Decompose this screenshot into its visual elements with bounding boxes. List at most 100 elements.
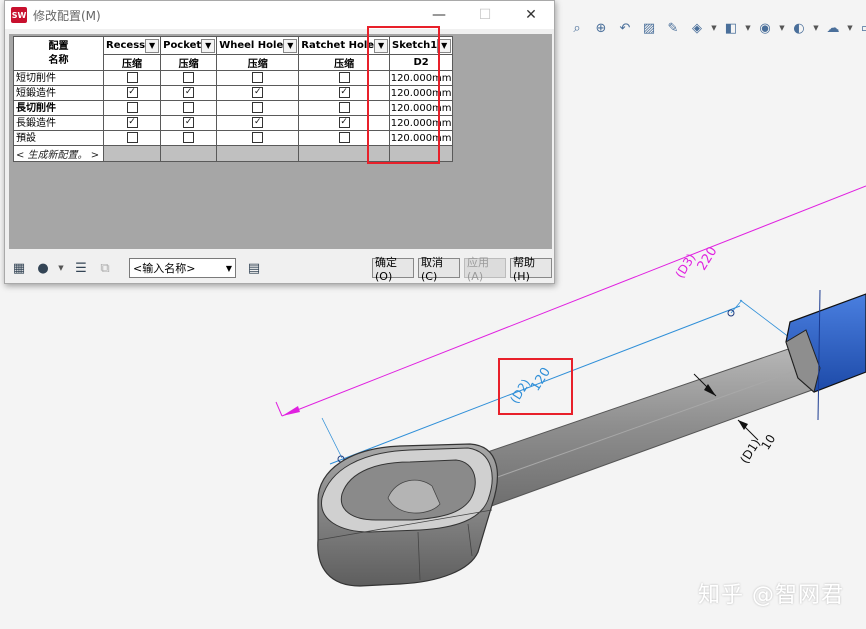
suppress-cell[interactable]: ✓ <box>102 115 162 131</box>
table-name-select[interactable]: <输入名称> ▼ <box>129 258 236 278</box>
suppress-checkbox[interactable]: ✓ <box>126 87 138 99</box>
maximize-button: ☐ <box>478 7 492 23</box>
feature-header-pocket[interactable]: Pocket ▼ <box>160 36 218 55</box>
minimize-button[interactable]: — <box>416 1 462 29</box>
dialog-title: 修改配置(M) <box>33 8 101 23</box>
traffic-light-icon[interactable]: ● <box>33 258 53 278</box>
solidworks-logo-icon: SW <box>11 7 27 23</box>
suppress-cell[interactable]: ✓ <box>160 115 218 131</box>
empty-cell <box>160 145 218 162</box>
dialog-bottom-toolbar: ▦ ● ▼ ☰ ⧉ <输入名称> ▼ ▤ 确定(O) 取消(C) 应用(A) 帮… <box>9 255 552 283</box>
feature-header-recess[interactable]: Recess ▼ <box>102 36 162 55</box>
dialog-titlebar[interactable]: SW 修改配置(M) — ☐ ✕ <box>5 1 554 29</box>
chevron-down-icon[interactable]: ▼ <box>283 38 298 53</box>
suppress-cell[interactable] <box>216 70 300 86</box>
new-configuration-row[interactable]: < 生成新配置。 > <box>13 145 104 162</box>
suppress-cell[interactable]: ✓ <box>216 85 300 101</box>
wrench-ring-head <box>317 443 498 587</box>
suppress-cell[interactable]: ✓ <box>160 85 218 101</box>
dynamic-annotation-icon[interactable]: ✎ <box>662 17 684 39</box>
view-orientation-icon[interactable]: ◈ <box>686 17 708 39</box>
modify-configurations-dialog: SW 修改配置(M) — ☐ ✕ 配置 名称 Recess ▼ Pocket ▼ W… <box>4 0 555 284</box>
config-name-cell[interactable]: 長鍛造件 <box>13 115 104 131</box>
list-view-icon[interactable]: ☰ <box>71 258 91 278</box>
suppress-checkbox[interactable] <box>338 102 350 114</box>
suppress-checkbox[interactable]: ✓ <box>338 117 350 129</box>
chevron-down-icon[interactable]: ▼ <box>778 24 786 32</box>
chevron-down-icon[interactable]: ▼ <box>846 24 854 32</box>
feature-name: Pocket <box>163 40 202 51</box>
suppress-checkbox[interactable]: ✓ <box>126 117 138 129</box>
hide-show-icon[interactable]: ◉ <box>754 17 776 39</box>
chevron-down-icon[interactable]: ▼ <box>201 38 216 53</box>
zoom-area-icon[interactable]: ⊕ <box>590 17 612 39</box>
save-table-icon[interactable]: ▤ <box>244 258 264 278</box>
suppress-checkbox[interactable]: ✓ <box>183 117 195 129</box>
suppress-cell[interactable] <box>160 70 218 86</box>
cancel-button[interactable]: 取消(C) <box>418 256 460 283</box>
watermark: 知乎 @智网君 <box>698 583 844 608</box>
empty-cell <box>102 145 162 162</box>
config-name-cell[interactable]: 預設 <box>13 130 104 146</box>
suppress-checkbox[interactable] <box>183 72 195 84</box>
suppress-cell[interactable] <box>102 70 162 86</box>
suppress-checkbox[interactable] <box>126 72 138 84</box>
config-name-header-line2: 名称 <box>48 54 69 66</box>
suppress-cell[interactable]: ✓ <box>102 85 162 101</box>
suppress-checkbox[interactable] <box>252 132 264 144</box>
feature-name: Ratchet Hole <box>301 40 375 51</box>
edit-appearance-icon[interactable]: ◐ <box>788 17 810 39</box>
config-name-header-line1: 配置 <box>48 40 69 52</box>
suppress-checkbox[interactable]: ✓ <box>338 87 350 99</box>
feature-name: Recess <box>106 40 146 51</box>
config-name-cell[interactable]: 短鍛造件 <box>13 85 104 101</box>
suppress-checkbox[interactable] <box>252 72 264 84</box>
suppress-checkbox[interactable]: ✓ <box>252 117 264 129</box>
heads-up-view-toolbar: ⌕ ⊕ ↶ ▨ ✎ ◈ ▼ ◧ ▼ ◉ ▼ ◐ ▼ ☁ ▼ ▭ <box>566 16 866 40</box>
suppress-checkbox[interactable] <box>252 102 264 114</box>
suppress-checkbox[interactable]: ✓ <box>252 87 264 99</box>
dimension-d1-label: (D1) <box>737 436 763 466</box>
chevron-down-icon[interactable]: ▼ <box>145 38 160 53</box>
suppress-cell[interactable] <box>160 100 218 116</box>
display-style-icon[interactable]: ◧ <box>720 17 742 39</box>
suppress-cell[interactable] <box>216 100 300 116</box>
suppress-cell[interactable]: ✓ <box>216 115 300 131</box>
dimension-d3-value: 220 <box>695 244 721 273</box>
empty-cell <box>216 145 300 162</box>
chevron-down-icon[interactable]: ▼ <box>710 24 718 32</box>
help-button[interactable]: 帮助(H) <box>510 256 552 283</box>
section-view-icon[interactable]: ▨ <box>638 17 660 39</box>
suppress-cell[interactable] <box>216 130 300 146</box>
ok-button[interactable]: 确定(O) <box>372 256 414 283</box>
previous-view-icon[interactable]: ↶ <box>614 17 636 39</box>
table-view-icon[interactable]: ▦ <box>9 258 29 278</box>
suppress-checkbox[interactable] <box>338 132 350 144</box>
scene-icon[interactable]: ☁ <box>822 17 844 39</box>
chevron-down-icon[interactable]: ▼ <box>812 24 820 32</box>
param-header: 压缩 <box>216 54 300 71</box>
suppress-checkbox[interactable] <box>183 102 195 114</box>
chevron-down-icon[interactable]: ▼ <box>57 264 65 272</box>
close-button[interactable]: ✕ <box>508 1 554 29</box>
view-settings-icon[interactable]: ▭ <box>856 17 866 39</box>
suppress-checkbox[interactable] <box>338 72 350 84</box>
suppress-cell[interactable] <box>102 130 162 146</box>
config-name-cell[interactable]: 長切削件 <box>13 100 104 116</box>
suppress-checkbox[interactable] <box>126 132 138 144</box>
zoom-fit-icon[interactable]: ⌕ <box>566 17 588 39</box>
chevron-down-icon[interactable]: ▼ <box>744 24 752 32</box>
window-controls: — ☐ ✕ <box>416 1 554 29</box>
suppress-checkbox[interactable] <box>126 102 138 114</box>
feature-header-wheel-hole[interactable]: Wheel Hole ▼ <box>216 36 300 55</box>
suppress-checkbox[interactable]: ✓ <box>183 87 195 99</box>
configuration-table-area: 配置 名称 Recess ▼ Pocket ▼ Wheel Hole ▼ Ratche… <box>9 34 552 249</box>
param-header: 压缩 <box>102 54 162 71</box>
config-name-cell[interactable]: 短切削件 <box>13 70 104 86</box>
param-header: 压缩 <box>160 54 218 71</box>
suppress-cell[interactable] <box>160 130 218 146</box>
config-name-header: 配置 名称 <box>13 36 104 71</box>
suppress-cell[interactable] <box>102 100 162 116</box>
suppress-checkbox[interactable] <box>183 132 195 144</box>
apply-button: 应用(A) <box>464 256 506 283</box>
